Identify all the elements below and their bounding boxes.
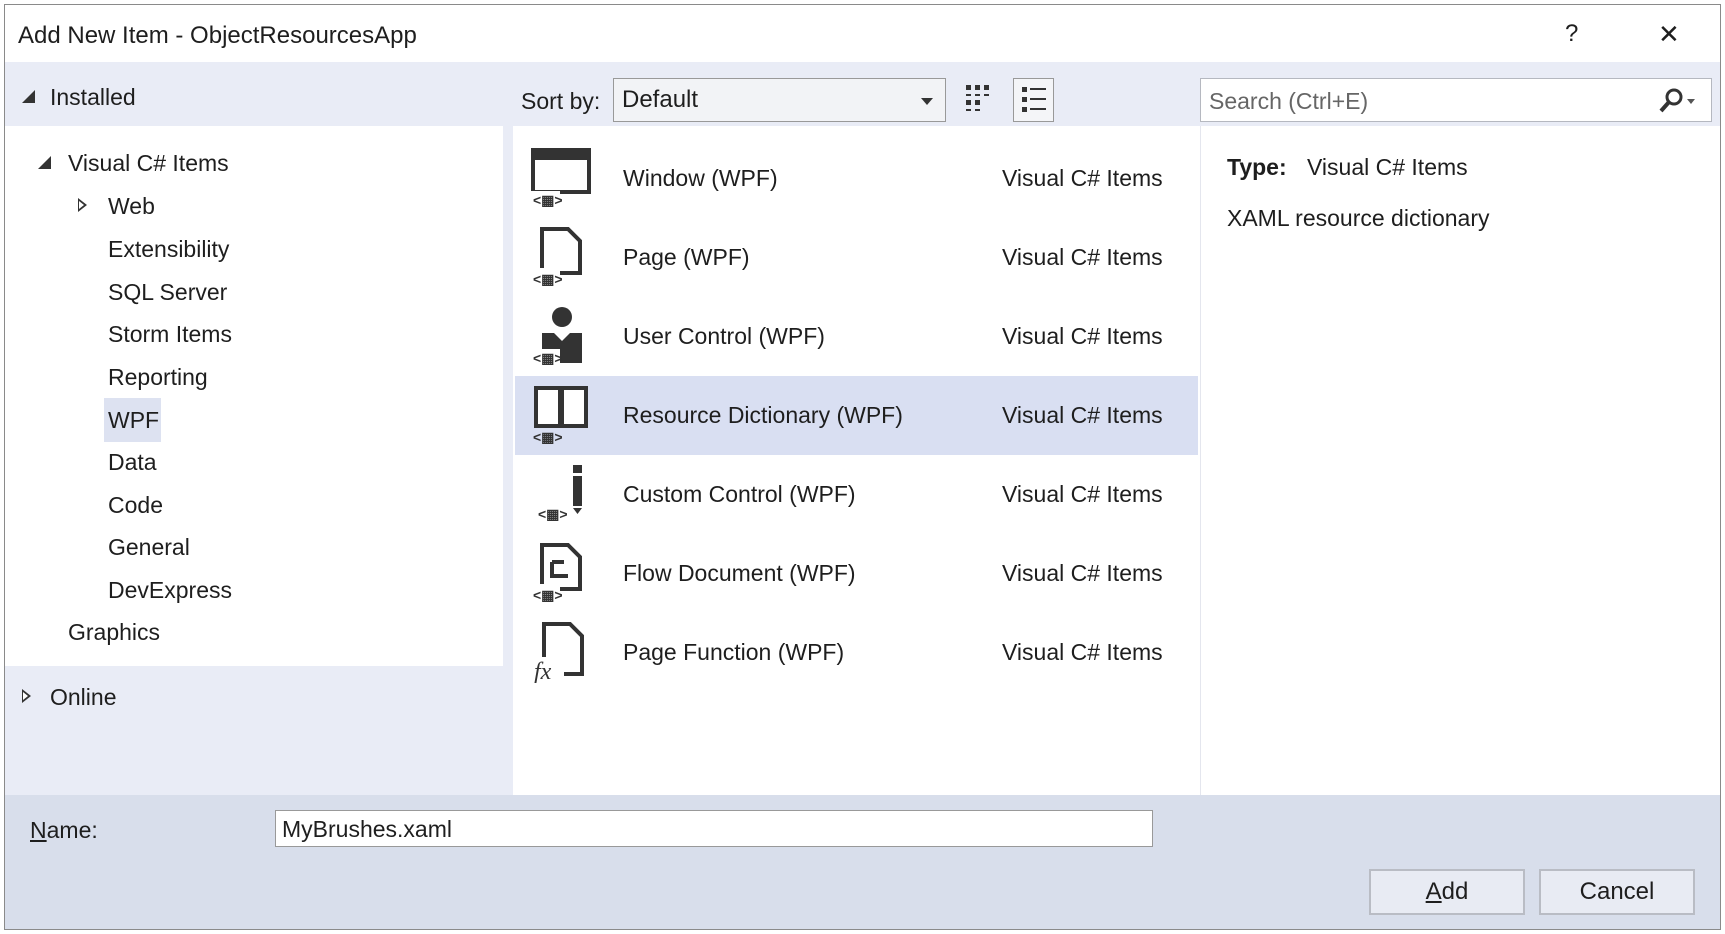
item-type: Visual C# Items: [1002, 481, 1163, 507]
search-placeholder: Search (Ctrl+E): [1209, 88, 1369, 114]
help-button[interactable]: ?: [1565, 20, 1578, 48]
cancel-button[interactable]: Cancel: [1539, 869, 1695, 915]
tree-item-sql-server[interactable]: SQL Server: [108, 278, 227, 306]
add-label: dd: [1441, 878, 1469, 905]
page-function-icon: fx: [532, 622, 584, 683]
page-icon: <▦>: [530, 227, 582, 287]
list-item[interactable]: <▦> Custom Control (WPF) Visual C# Items: [515, 455, 1198, 534]
list-item[interactable]: <▦> Window (WPF) Visual C# Items: [515, 139, 1198, 218]
tree-item-extensibility[interactable]: Extensibility: [108, 235, 229, 263]
dialog-title: Add New Item - ObjectResourcesApp: [18, 22, 417, 49]
item-type: Visual C# Items: [1002, 323, 1163, 349]
name-input-value: MyBrushes.xaml: [282, 816, 452, 842]
tree-item-reporting[interactable]: Reporting: [108, 363, 208, 391]
item-name: Window (WPF): [623, 165, 778, 191]
chevron-down-icon: [921, 98, 933, 105]
search-input[interactable]: Search (Ctrl+E): [1200, 78, 1712, 122]
name-label: Name:: [30, 816, 98, 844]
add-accesskey: A: [1425, 878, 1442, 905]
item-name: Resource Dictionary (WPF): [623, 402, 903, 428]
medium-icons-view-icon[interactable]: [965, 84, 995, 116]
name-input[interactable]: MyBrushes.xaml: [275, 810, 1153, 847]
item-type: Visual C# Items: [1002, 639, 1163, 665]
expanded-arrow-icon: [38, 156, 51, 169]
sort-by-value: Default: [622, 86, 699, 113]
splitter: [503, 126, 513, 796]
tree-item-data[interactable]: Data: [108, 448, 157, 476]
window-icon: <▦>: [530, 148, 591, 208]
tree-item-web[interactable]: Web: [108, 192, 155, 220]
list-item[interactable]: <▦> Page (WPF) Visual C# Items: [515, 218, 1198, 297]
tree-item-wpf[interactable]: WPF: [108, 406, 159, 434]
collapsed-arrow-icon: [22, 689, 31, 703]
tree-online-label: Online: [50, 684, 117, 710]
add-button[interactable]: Add: [1369, 869, 1525, 915]
item-name: Page Function (WPF): [623, 639, 845, 665]
svg-text:<▦>: <▦>: [533, 271, 563, 287]
tree-item-graphics[interactable]: Graphics: [68, 618, 160, 646]
name-label-text: ame:: [46, 817, 98, 843]
svg-text:<▦>: <▦>: [533, 192, 563, 208]
collapsed-arrow-icon[interactable]: [78, 198, 87, 212]
list-view-button[interactable]: [1013, 78, 1054, 122]
tree-item-devexpress[interactable]: DevExpress: [108, 576, 232, 604]
svg-text:<▦>: <▦>: [533, 587, 563, 603]
flow-document-icon: <▦>: [530, 543, 582, 603]
item-type: Visual C# Items: [1002, 402, 1163, 428]
svg-text:<▦>: <▦>: [533, 429, 563, 445]
svg-text:fx: fx: [534, 659, 552, 683]
details-type-label: Type:: [1227, 154, 1287, 180]
list-item[interactable]: fx Page Function (WPF) Visual C# Items: [515, 613, 1198, 692]
user-control-icon: <▦>: [530, 307, 582, 366]
svg-text:<▦>: <▦>: [533, 350, 563, 366]
item-type: Visual C# Items: [1002, 244, 1163, 270]
item-name: User Control (WPF): [623, 323, 825, 349]
svg-text:<▦>: <▦>: [538, 506, 568, 522]
list-view-icon: [1022, 87, 1046, 112]
sort-by-dropdown[interactable]: Default: [613, 78, 946, 122]
item-type: Visual C# Items: [1002, 165, 1163, 191]
item-name: Page (WPF): [623, 244, 750, 270]
list-item[interactable]: <▦> User Control (WPF) Visual C# Items: [515, 297, 1198, 376]
list-item[interactable]: <▦> Flow Document (WPF) Visual C# Items: [515, 534, 1198, 613]
tree-item-storm-items[interactable]: Storm Items: [108, 320, 232, 348]
item-name: Custom Control (WPF): [623, 481, 856, 507]
tree-root-label: Visual C# Items: [68, 150, 229, 176]
tree-installed-label: Installed: [50, 84, 136, 110]
custom-control-icon: <▦>: [538, 465, 582, 522]
book-icon: <▦>: [530, 386, 588, 445]
tree-item-code[interactable]: Code: [108, 491, 163, 519]
details-type-value: Visual C# Items: [1307, 154, 1468, 180]
search-icon[interactable]: [1655, 87, 1697, 115]
item-name: Flow Document (WPF): [623, 560, 856, 586]
tree-item-general[interactable]: General: [108, 533, 190, 561]
list-item-selected[interactable]: <▦> Resource Dictionary (WPF) Visual C# …: [515, 376, 1198, 455]
close-button[interactable]: ✕: [1658, 20, 1680, 48]
expanded-arrow-icon: [22, 90, 35, 103]
details-description: XAML resource dictionary: [1227, 205, 1490, 231]
item-type: Visual C# Items: [1002, 560, 1163, 586]
name-label-accesskey: N: [30, 817, 47, 843]
sort-by-label: Sort by:: [521, 88, 601, 114]
